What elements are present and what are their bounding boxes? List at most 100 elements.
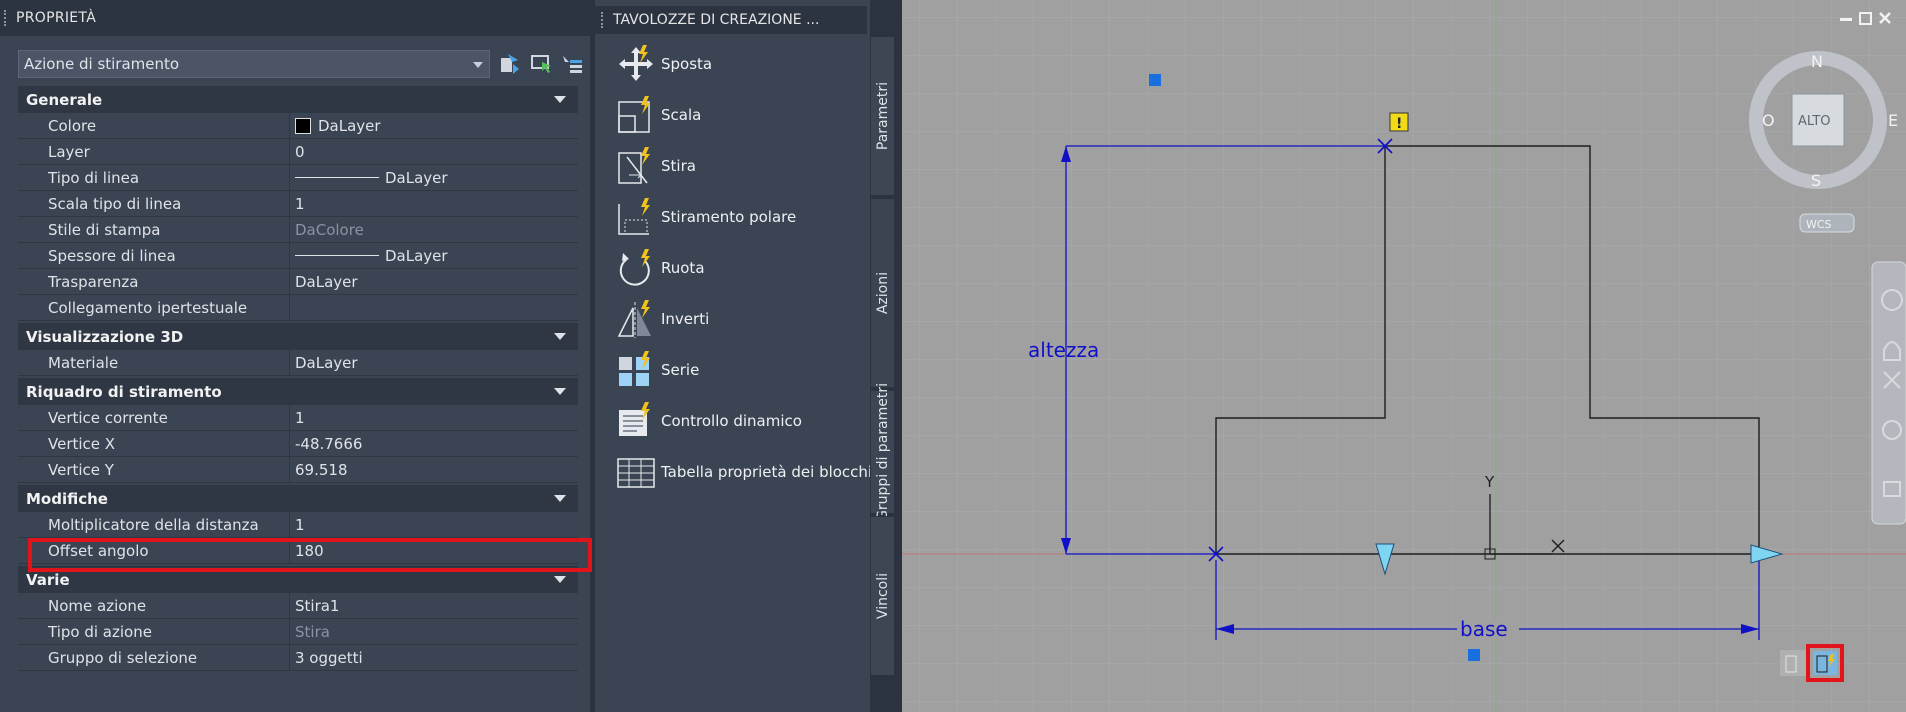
object-type-dropdown[interactable]: Azione di stiramento — [18, 50, 490, 78]
property-label: Tipo di linea — [18, 165, 290, 190]
tool-label: Ruota — [661, 259, 705, 277]
viewcube-label: ALTO — [1798, 114, 1831, 129]
category-modifiche[interactable]: Modifiche — [18, 485, 578, 512]
dim-base-label[interactable]: base — [1460, 617, 1508, 641]
tool-scala[interactable]: Scala — [615, 93, 701, 137]
property-row[interactable]: Tipo di linea DaLayer — [18, 165, 578, 191]
property-row[interactable]: Materiale DaLayer — [18, 350, 578, 376]
tool-stiramento-polare[interactable]: Stiramento polare — [615, 195, 796, 239]
minimize-icon[interactable] — [1840, 18, 1852, 21]
tool-inverti[interactable]: Inverti — [615, 297, 709, 341]
drawing-area[interactable]: altezza base ! Y ALTO N S E O WCS — [902, 0, 1906, 712]
move-icon — [619, 45, 653, 81]
select-objects-icon[interactable] — [530, 52, 554, 76]
compass-n[interactable]: N — [1811, 52, 1823, 71]
tool-serie[interactable]: Serie — [615, 348, 699, 392]
property-row[interactable]: Moltiplicatore della distanza 1 — [18, 512, 578, 538]
compass-w[interactable]: O — [1762, 111, 1775, 130]
category-generale[interactable]: Generale — [18, 86, 578, 113]
property-value[interactable]: 3 oggetti — [290, 645, 578, 670]
quick-select-icon[interactable] — [560, 52, 584, 76]
category-riquadro-di-stiramento[interactable]: Riquadro di stiramento — [18, 378, 578, 405]
property-row[interactable]: Vertice X -48.7666 — [18, 431, 578, 457]
property-label: Nome azione — [18, 593, 290, 618]
toggle-pickadd-icon[interactable] — [498, 52, 522, 76]
property-row[interactable]: Nome azione Stira1 — [18, 593, 578, 619]
category-label: Modifiche — [26, 489, 108, 508]
property-value[interactable]: DaLayer — [290, 113, 578, 138]
property-label: Collegamento ipertestuale — [18, 295, 290, 320]
property-value[interactable]: DaLayer — [290, 269, 578, 294]
category-label: Generale — [26, 90, 103, 109]
property-label: Scala tipo di linea — [18, 191, 290, 216]
category-visualizzazione-3d[interactable]: Visualizzazione 3D — [18, 323, 578, 350]
lookup-icon — [619, 402, 650, 436]
property-value-text: DaLayer — [318, 116, 381, 135]
property-value[interactable]: 0 — [290, 139, 578, 164]
property-label: Vertice corrente — [18, 405, 290, 430]
grip-square[interactable] — [1468, 649, 1480, 661]
ucs-y-label: Y — [1484, 473, 1495, 491]
tool-ruota[interactable]: Ruota — [615, 246, 705, 290]
palette-title: TAVOLOZZE DI CREAZIONE ... — [613, 12, 820, 28]
property-value[interactable]: DaLayer — [290, 350, 578, 375]
category-label: Riquadro di stiramento — [26, 382, 222, 401]
grip-handle[interactable] — [601, 12, 605, 28]
property-row[interactable]: Vertice corrente 1 — [18, 405, 578, 431]
property-row[interactable]: Tipo di azione Stira — [18, 619, 578, 645]
property-value[interactable]: 1 — [290, 191, 578, 216]
property-row[interactable]: Stile di stampa DaColore — [18, 217, 578, 243]
properties-title-bar[interactable]: PROPRIETÀ — [0, 0, 590, 36]
dim-altezza-label[interactable]: altezza — [1028, 338, 1099, 362]
collapse-icon[interactable] — [554, 495, 566, 502]
flip-icon — [617, 300, 651, 338]
property-grid: Generale Colore DaLayer Layer 0 Tipo di li… — [18, 84, 578, 671]
compass-e[interactable]: E — [1888, 111, 1898, 130]
property-value[interactable]: 1 — [290, 405, 578, 430]
property-label: Spessore di linea — [18, 243, 290, 268]
property-value[interactable]: DaLayer — [290, 243, 578, 268]
property-row[interactable]: Scala tipo di linea 1 — [18, 191, 578, 217]
collapse-icon[interactable] — [554, 333, 566, 340]
polar-stretch-icon — [618, 198, 650, 235]
property-value: Stira — [295, 622, 330, 641]
property-row[interactable]: Collegamento ipertestuale — [18, 295, 578, 321]
grip-handle[interactable] — [4, 10, 8, 26]
property-row[interactable]: Colore DaLayer — [18, 113, 578, 139]
collapse-icon[interactable] — [554, 388, 566, 395]
property-value[interactable]: 1 — [290, 512, 578, 537]
rotate-icon — [619, 249, 650, 286]
tool-label: Controllo dinamico — [661, 412, 802, 430]
property-row[interactable]: Spessore di linea DaLayer — [18, 243, 578, 269]
tab-vincoli[interactable]: Vincoli — [870, 516, 895, 676]
grip-square[interactable] — [1149, 74, 1161, 86]
stretch-icon — [618, 147, 650, 184]
drawing-canvas[interactable]: altezza base ! Y ALTO N S E O WCS — [902, 0, 1906, 712]
tool-controllo-dinamico[interactable]: Controllo dinamico — [615, 399, 802, 443]
tab-label: Vincoli — [874, 572, 891, 620]
property-value[interactable]: Stira1 — [290, 593, 578, 618]
property-value[interactable]: 69.518 — [290, 457, 578, 482]
property-value[interactable]: -48.7666 — [290, 431, 578, 456]
tool-tabella-proprieta[interactable]: Tabella proprietà dei blocchi — [615, 450, 872, 494]
tab-azioni[interactable]: Azioni — [870, 198, 895, 388]
property-value[interactable]: DaLayer — [290, 165, 578, 190]
palette-title-bar[interactable]: TAVOLOZZE DI CREAZIONE ... — [595, 6, 867, 34]
property-row[interactable]: Gruppo di selezione 3 oggetti — [18, 645, 578, 671]
tool-stira[interactable]: Stira — [615, 144, 696, 188]
property-value[interactable] — [290, 295, 578, 320]
color-swatch-icon — [295, 117, 311, 134]
property-label: Colore — [18, 113, 290, 138]
tab-parametri[interactable]: Parametri — [870, 36, 895, 196]
svg-text:!: ! — [1396, 116, 1402, 132]
properties-title: PROPRIETÀ — [16, 10, 97, 26]
collapse-icon[interactable] — [554, 96, 566, 103]
property-row[interactable]: Vertice Y 69.518 — [18, 457, 578, 483]
tab-gruppi-di-parametri[interactable]: Gruppi di parametri — [870, 383, 895, 521]
property-row[interactable]: Trasparenza DaLayer — [18, 269, 578, 295]
tool-sposta[interactable]: Sposta — [615, 42, 712, 86]
compass-s[interactable]: S — [1811, 171, 1821, 190]
collapse-icon[interactable] — [554, 576, 566, 583]
property-row[interactable]: Layer 0 — [18, 139, 578, 165]
properties-panel: PROPRIETÀ Azione di stiramento Generale … — [0, 0, 590, 712]
